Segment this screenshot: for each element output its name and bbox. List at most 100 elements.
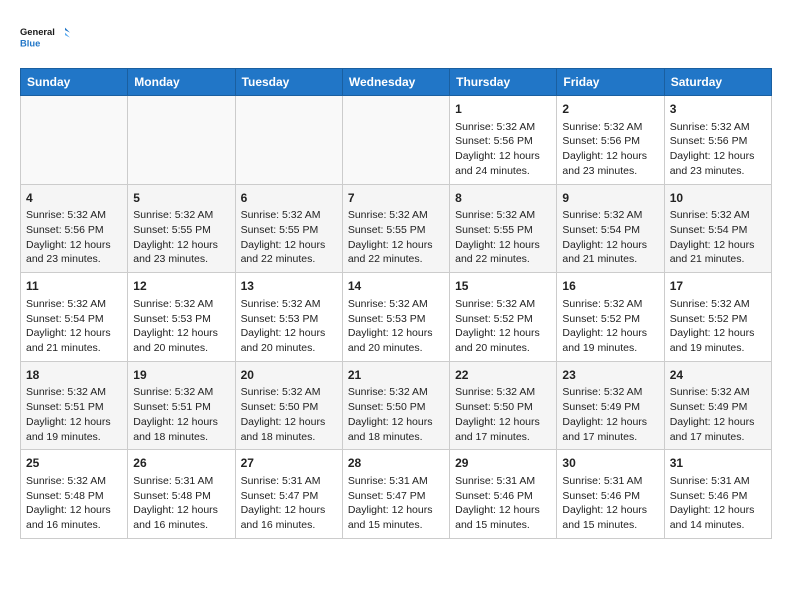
day-info: Sunset: 5:49 PM [670,400,766,415]
svg-text:Blue: Blue [20,38,40,48]
day-info: Daylight: 12 hours [133,503,229,518]
day-number: 31 [670,455,766,472]
day-info: Sunset: 5:54 PM [562,223,658,238]
day-number: 21 [348,367,444,384]
col-header-tuesday: Tuesday [235,69,342,96]
day-info: Daylight: 12 hours [455,238,551,253]
col-header-monday: Monday [128,69,235,96]
day-info: Daylight: 12 hours [241,326,337,341]
day-number: 24 [670,367,766,384]
header: General Blue [20,16,772,58]
week-row-2: 4Sunrise: 5:32 AMSunset: 5:56 PMDaylight… [21,184,772,273]
day-info: Daylight: 12 hours [670,503,766,518]
day-info: Sunset: 5:48 PM [26,489,122,504]
day-info: Daylight: 12 hours [455,503,551,518]
calendar-cell: 10Sunrise: 5:32 AMSunset: 5:54 PMDayligh… [664,184,771,273]
calendar-cell [342,96,449,185]
day-number: 1 [455,101,551,118]
day-info: and 18 minutes. [241,430,337,445]
day-info: and 22 minutes. [348,252,444,267]
day-info: Daylight: 12 hours [562,503,658,518]
day-info: Sunrise: 5:32 AM [133,385,229,400]
day-info: and 20 minutes. [133,341,229,356]
day-info: Daylight: 12 hours [26,503,122,518]
day-info: Sunrise: 5:32 AM [670,120,766,135]
svg-text:General: General [20,27,55,37]
calendar-cell [21,96,128,185]
day-info: Sunset: 5:54 PM [26,312,122,327]
day-info: and 18 minutes. [133,430,229,445]
calendar-cell: 8Sunrise: 5:32 AMSunset: 5:55 PMDaylight… [450,184,557,273]
day-info: Sunset: 5:54 PM [670,223,766,238]
calendar-cell: 18Sunrise: 5:32 AMSunset: 5:51 PMDayligh… [21,361,128,450]
day-number: 10 [670,190,766,207]
calendar-cell: 3Sunrise: 5:32 AMSunset: 5:56 PMDaylight… [664,96,771,185]
day-info: and 19 minutes. [562,341,658,356]
day-info: Sunrise: 5:32 AM [562,385,658,400]
day-info: and 23 minutes. [133,252,229,267]
day-info: Sunrise: 5:32 AM [562,297,658,312]
day-info: Daylight: 12 hours [670,238,766,253]
day-info: Sunrise: 5:32 AM [348,385,444,400]
calendar-cell: 19Sunrise: 5:32 AMSunset: 5:51 PMDayligh… [128,361,235,450]
day-number: 13 [241,278,337,295]
day-info: Sunset: 5:56 PM [455,134,551,149]
day-number: 26 [133,455,229,472]
day-info: and 15 minutes. [562,518,658,533]
calendar-cell: 14Sunrise: 5:32 AMSunset: 5:53 PMDayligh… [342,273,449,362]
day-info: and 23 minutes. [562,164,658,179]
day-number: 5 [133,190,229,207]
day-info: Sunset: 5:53 PM [241,312,337,327]
calendar-cell: 13Sunrise: 5:32 AMSunset: 5:53 PMDayligh… [235,273,342,362]
day-info: Sunset: 5:46 PM [562,489,658,504]
day-info: and 19 minutes. [670,341,766,356]
day-info: Sunrise: 5:32 AM [133,297,229,312]
day-info: Sunset: 5:52 PM [670,312,766,327]
day-info: Sunrise: 5:32 AM [348,208,444,223]
day-info: Sunrise: 5:32 AM [241,208,337,223]
day-info: and 23 minutes. [670,164,766,179]
week-row-3: 11Sunrise: 5:32 AMSunset: 5:54 PMDayligh… [21,273,772,362]
day-number: 7 [348,190,444,207]
calendar-cell: 21Sunrise: 5:32 AMSunset: 5:50 PMDayligh… [342,361,449,450]
day-info: Sunrise: 5:31 AM [241,474,337,489]
day-info: Daylight: 12 hours [241,503,337,518]
calendar-cell: 4Sunrise: 5:32 AMSunset: 5:56 PMDaylight… [21,184,128,273]
day-info: Daylight: 12 hours [241,238,337,253]
day-info: Sunrise: 5:32 AM [241,385,337,400]
day-number: 29 [455,455,551,472]
day-number: 9 [562,190,658,207]
calendar-cell: 31Sunrise: 5:31 AMSunset: 5:46 PMDayligh… [664,450,771,539]
day-number: 25 [26,455,122,472]
day-number: 11 [26,278,122,295]
day-info: and 21 minutes. [26,341,122,356]
day-info: Sunrise: 5:32 AM [670,208,766,223]
day-info: and 15 minutes. [348,518,444,533]
day-info: Sunset: 5:55 PM [348,223,444,238]
day-info: Daylight: 12 hours [348,503,444,518]
day-info: Sunrise: 5:32 AM [133,208,229,223]
day-info: Sunrise: 5:32 AM [26,385,122,400]
day-info: Daylight: 12 hours [26,326,122,341]
day-info: and 17 minutes. [562,430,658,445]
calendar-cell: 5Sunrise: 5:32 AMSunset: 5:55 PMDaylight… [128,184,235,273]
day-info: Daylight: 12 hours [670,149,766,164]
day-info: Sunset: 5:50 PM [455,400,551,415]
calendar-cell: 27Sunrise: 5:31 AMSunset: 5:47 PMDayligh… [235,450,342,539]
day-info: Sunset: 5:55 PM [241,223,337,238]
day-info: Sunset: 5:47 PM [348,489,444,504]
day-info: Sunrise: 5:31 AM [670,474,766,489]
day-info: Sunrise: 5:32 AM [26,297,122,312]
calendar-cell: 23Sunrise: 5:32 AMSunset: 5:49 PMDayligh… [557,361,664,450]
day-info: and 24 minutes. [455,164,551,179]
day-number: 3 [670,101,766,118]
day-info: Daylight: 12 hours [455,415,551,430]
day-info: Sunrise: 5:32 AM [670,385,766,400]
day-info: Sunset: 5:51 PM [133,400,229,415]
day-info: and 18 minutes. [348,430,444,445]
calendar-cell: 28Sunrise: 5:31 AMSunset: 5:47 PMDayligh… [342,450,449,539]
day-info: Sunset: 5:51 PM [26,400,122,415]
day-number: 20 [241,367,337,384]
day-info: Daylight: 12 hours [133,238,229,253]
calendar-cell: 1Sunrise: 5:32 AMSunset: 5:56 PMDaylight… [450,96,557,185]
